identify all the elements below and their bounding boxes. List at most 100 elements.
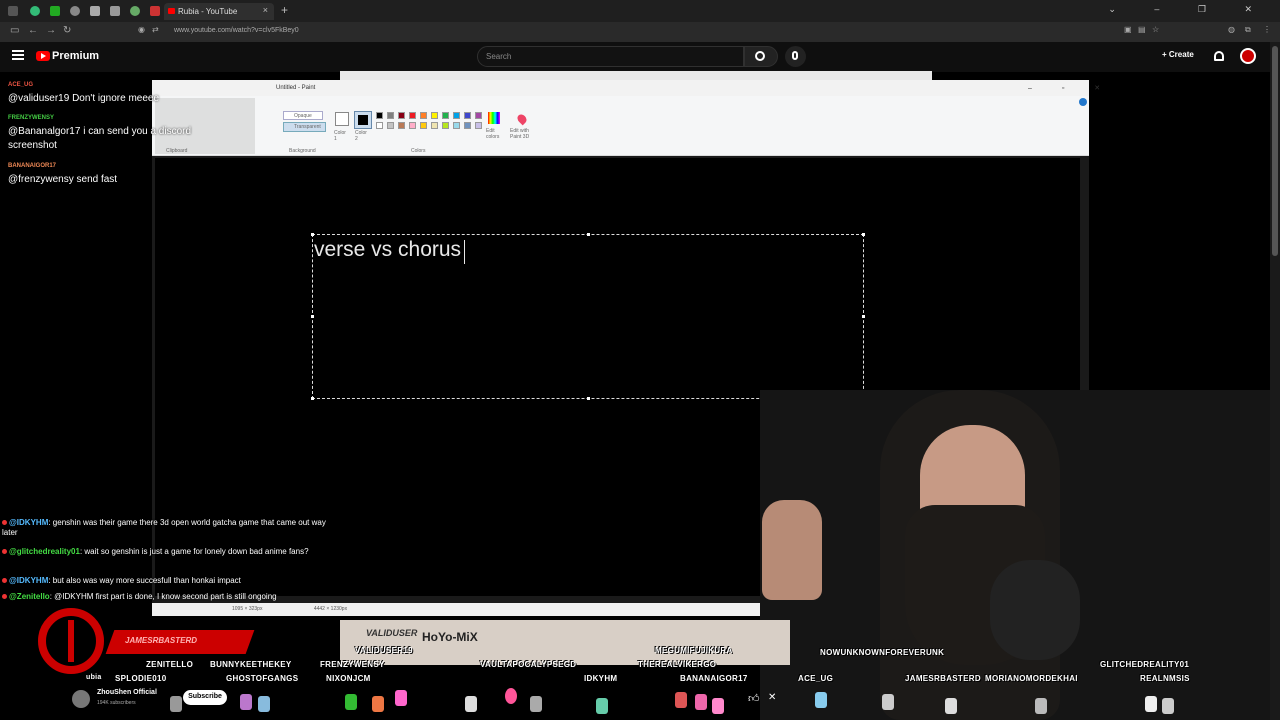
- color-swatch[interactable]: [453, 122, 460, 129]
- reload-icon[interactable]: ↻: [63, 25, 71, 36]
- workspace-icon[interactable]: [8, 6, 18, 16]
- site-info-icon[interactable]: ◉: [138, 25, 145, 34]
- close-tab-icon[interactable]: ×: [263, 5, 268, 15]
- youtube-logo-icon[interactable]: [36, 51, 50, 61]
- badge-icon: [2, 594, 7, 599]
- extensions-icon[interactable]: ⧉: [1245, 25, 1251, 35]
- color1-button[interactable]: [335, 112, 349, 126]
- color-palette[interactable]: [376, 112, 486, 132]
- youtube-favicon-icon: [168, 8, 175, 14]
- edit-paint3d-label: Edit with Paint 3D: [510, 128, 530, 140]
- paint-window-controls[interactable]: – ▫ ✕: [1028, 84, 1114, 92]
- forward-icon[interactable]: →: [46, 25, 56, 36]
- account-avatar[interactable]: [1240, 48, 1256, 64]
- chat-user: @glitchedreality01: [9, 547, 80, 556]
- color-swatch[interactable]: [409, 112, 416, 119]
- color-swatch[interactable]: [475, 112, 482, 119]
- viewer-name: GLITCHEDREALITY01: [1100, 660, 1190, 669]
- resize-handle[interactable]: [862, 315, 865, 318]
- new-tab-icon[interactable]: +: [281, 3, 288, 17]
- viewer-name: FRENZYWENSY: [320, 660, 385, 669]
- resize-handle[interactable]: [587, 233, 590, 236]
- resize-handle[interactable]: [587, 397, 590, 400]
- color-swatch[interactable]: [475, 122, 482, 129]
- viewer-name: THEREALVIKERGO: [638, 660, 717, 669]
- color-swatch[interactable]: [398, 112, 405, 119]
- resize-handle[interactable]: [311, 315, 314, 318]
- edit-colors-label: Edit colors: [486, 128, 500, 140]
- like-icon[interactable]: 👍︎: [748, 692, 760, 705]
- viewer-avatar-sprite: [345, 694, 357, 710]
- resize-handle[interactable]: [311, 233, 314, 236]
- viewer-avatar-sprite: [530, 696, 542, 712]
- channel-avatar[interactable]: [72, 690, 90, 708]
- reader-icon[interactable]: ▤: [1138, 25, 1146, 34]
- chat-message: @validuser19 Don't ignore meeee: [8, 93, 160, 104]
- help-icon[interactable]: [1079, 98, 1087, 106]
- color-swatch[interactable]: [420, 112, 427, 119]
- color-swatch[interactable]: [398, 122, 405, 129]
- create-button[interactable]: + Create: [1162, 50, 1194, 59]
- hoyomix-logo: HoYo-MiX: [422, 630, 478, 644]
- tab-youtube[interactable]: Rubia - YouTube ×: [164, 3, 274, 20]
- pinned-tab-icon[interactable]: [30, 6, 40, 16]
- pinned-tab-icon[interactable]: [130, 6, 140, 16]
- back-icon[interactable]: ←: [28, 25, 38, 36]
- subscribe-button[interactable]: Subscribe: [183, 690, 227, 705]
- viewer-avatar-sprite: [1035, 698, 1047, 714]
- screenshot-icon[interactable]: ▣: [1124, 25, 1132, 34]
- sidebar-toggle-icon[interactable]: ▭: [10, 25, 19, 36]
- youtube-brand[interactable]: Premium: [52, 50, 99, 62]
- hamburger-menu-icon[interactable]: [12, 50, 24, 60]
- color-swatch[interactable]: [387, 112, 394, 119]
- bookmark-star-icon[interactable]: ☆: [1152, 25, 1159, 34]
- color-swatch[interactable]: [431, 112, 438, 119]
- color-swatch[interactable]: [376, 112, 383, 119]
- channel-logo-bar: [68, 620, 74, 662]
- transparent-label: Transparent: [294, 124, 321, 130]
- tune-icon[interactable]: ⇄: [152, 25, 159, 34]
- canvas-text[interactable]: verse vs chorus: [314, 238, 461, 262]
- color-swatch[interactable]: [409, 122, 416, 129]
- color-swatch[interactable]: [442, 112, 449, 119]
- color-swatch[interactable]: [453, 112, 460, 119]
- pinned-tab-icon[interactable]: [90, 6, 100, 16]
- viewer-avatar-sprite: [505, 688, 517, 704]
- channel-name[interactable]: ZhouShen Official: [97, 689, 157, 696]
- window-controls[interactable]: ⌄ – ❐ ✕: [1108, 4, 1270, 15]
- close-overlay-icon[interactable]: ✕: [768, 692, 776, 703]
- url-text[interactable]: www.youtube.com/watch?v=clv5FkBey0: [174, 27, 299, 34]
- pinned-tab-icon[interactable]: [70, 6, 80, 16]
- viewer-name: GHOSTOFGANGS: [226, 674, 299, 683]
- viewer-avatar-sprite: [1162, 698, 1174, 714]
- heart-icon: [395, 690, 407, 706]
- color-swatch[interactable]: [420, 122, 427, 129]
- search-input[interactable]: Search: [477, 46, 744, 67]
- color-swatch[interactable]: [464, 112, 471, 119]
- youtube-tab-icon[interactable]: [150, 6, 160, 16]
- pinned-tab-icon[interactable]: [110, 6, 120, 16]
- color-swatch[interactable]: [387, 122, 394, 129]
- viewer-avatar-sprite: [465, 696, 477, 712]
- paint-window-title: Untitled - Paint: [276, 85, 316, 91]
- color-swatch[interactable]: [431, 122, 438, 129]
- subscriber-count: 194K subscribers: [97, 700, 136, 706]
- scrollbar-thumb[interactable]: [1272, 46, 1278, 256]
- edit-colors-icon[interactable]: [488, 112, 500, 124]
- resize-handle[interactable]: [311, 397, 314, 400]
- color-swatch[interactable]: [376, 122, 383, 129]
- color-swatch[interactable]: [442, 122, 449, 129]
- sheets-icon[interactable]: [50, 6, 60, 16]
- resize-handle[interactable]: [862, 233, 865, 236]
- viewer-avatar-sprite: [945, 698, 957, 714]
- window-edge: [340, 71, 932, 80]
- chat-line: @glitchedreality01: wait so genshin is j…: [2, 547, 327, 557]
- background-label: Background: [289, 148, 316, 154]
- color-swatch[interactable]: [464, 122, 471, 129]
- microphone: [990, 560, 1080, 660]
- profile-icon[interactable]: ◍: [1228, 25, 1235, 34]
- notifications-bell-icon[interactable]: [1214, 51, 1224, 61]
- search-icon: [755, 51, 765, 61]
- menu-dots-icon[interactable]: ⋮: [1263, 25, 1271, 34]
- viewer-avatar-sprite: [372, 696, 384, 712]
